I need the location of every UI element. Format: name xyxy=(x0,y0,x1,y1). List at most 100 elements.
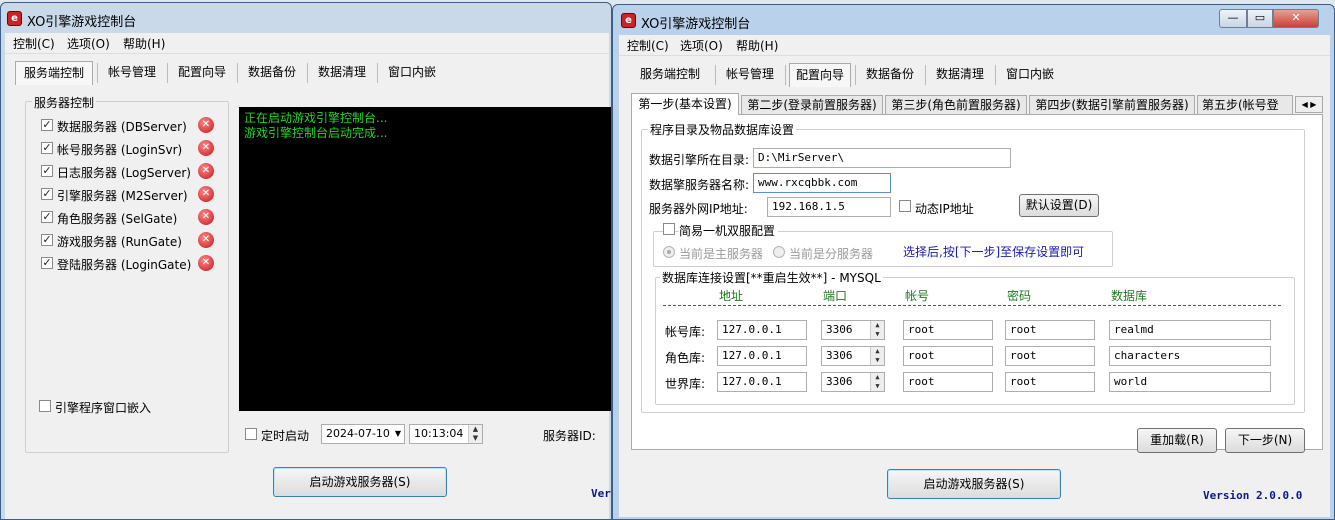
db-header-divider xyxy=(663,305,1281,306)
tab-server-control[interactable]: 服务端控制 xyxy=(15,61,93,85)
server-label-login: 帐号服务器 (LoginSvr) xyxy=(57,143,183,157)
start-server-button[interactable]: 启动游戏服务器(S) xyxy=(887,469,1061,499)
db-port-input[interactable]: 3306 ▲ ▼ xyxy=(821,320,885,340)
reload-button[interactable]: 重加载(R) xyxy=(1137,428,1217,453)
db-password-input[interactable]: root xyxy=(1005,320,1095,340)
ip-input[interactable]: 192.168.1.5 xyxy=(767,197,891,217)
menu-options[interactable]: 选项(O) xyxy=(680,37,723,54)
close-button[interactable]: ✕ xyxy=(1273,9,1319,28)
menu-options[interactable]: 选项(O) xyxy=(67,35,110,52)
simple-config-checkbox[interactable] xyxy=(663,223,675,235)
stop-login-icon[interactable]: ✕ xyxy=(198,140,214,156)
group-title: 程序目录及物品数据库设置 xyxy=(648,121,797,138)
console-line: 正在启动游戏引擎控制台... xyxy=(244,111,388,125)
server-label-rungate: 游戏服务器 (RunGate) xyxy=(57,235,182,249)
port-spinner-icon[interactable]: ▲ ▼ xyxy=(870,373,884,391)
db-name-input[interactable]: characters xyxy=(1109,346,1271,366)
db-password-input[interactable]: root xyxy=(1005,346,1095,366)
step-tab-3[interactable]: 第三步(角色前置服务器) xyxy=(885,95,1027,115)
right-title-bar[interactable]: e XO引擎游戏控制台 — ▭ ✕ xyxy=(613,5,1334,35)
tab-config-wizard[interactable]: 配置向导 xyxy=(171,61,233,85)
tab-account[interactable]: 帐号管理 xyxy=(719,63,781,87)
radio-slave-label: 当前是分服务器 xyxy=(789,247,874,261)
embed-checkbox[interactable] xyxy=(39,400,51,412)
db-port-input[interactable]: 3306 ▲ ▼ xyxy=(821,372,885,392)
dir-input[interactable]: D:\MirServer\ xyxy=(753,148,1011,168)
radio-master[interactable] xyxy=(663,246,675,258)
step-tab-5[interactable]: 第五步(帐号登 xyxy=(1197,95,1293,115)
start-server-button[interactable]: 启动游戏服务器(S) xyxy=(273,467,447,497)
step-tab-1[interactable]: 第一步(基本设置) xyxy=(631,93,739,115)
db-port-input[interactable]: 3306 ▲ ▼ xyxy=(821,346,885,366)
server-label-m2: 引擎服务器 (M2Server) xyxy=(57,189,188,203)
maximize-button[interactable]: ▭ xyxy=(1247,9,1273,28)
menu-help[interactable]: 帮助(H) xyxy=(123,35,165,52)
db-user-input[interactable]: root xyxy=(903,346,993,366)
menu-help[interactable]: 帮助(H) xyxy=(736,37,778,54)
window-title: XO引擎游戏控制台 xyxy=(641,17,751,32)
tab-embed[interactable]: 窗口内嵌 xyxy=(381,61,443,85)
db-header-account: 帐号 xyxy=(905,289,930,303)
embed-label: 引擎程序窗口嵌入 xyxy=(55,401,152,415)
server-checkbox-m2[interactable]: ✓ xyxy=(41,188,53,200)
tab-embed[interactable]: 窗口内嵌 xyxy=(999,63,1061,87)
db-address-input[interactable]: 127.0.0.1 xyxy=(717,372,807,392)
server-checkbox-login[interactable]: ✓ xyxy=(41,142,53,154)
tab-account[interactable]: 帐号管理 xyxy=(101,61,163,85)
console-output: 正在启动游戏引擎控制台... 游戏引擎控制台启动完成... xyxy=(239,107,611,411)
timer-checkbox[interactable] xyxy=(245,428,257,440)
ip-label: 服务器外网IP地址: xyxy=(649,202,748,216)
tab-cleanup[interactable]: 数据清理 xyxy=(311,61,373,85)
time-picker[interactable]: 10:13:04 ▲ ▼ xyxy=(409,424,483,444)
db-user-input[interactable]: root xyxy=(903,320,993,340)
step-tabs: 第一步(基本设置) 第二步(登录前置服务器) 第三步(角色前置服务器) 第四步(… xyxy=(631,93,1323,115)
server-checkbox-db[interactable]: ✓ xyxy=(41,119,53,131)
dynamic-ip-checkbox[interactable] xyxy=(899,200,911,212)
minimize-button[interactable]: — xyxy=(1219,9,1247,28)
server-checkbox-selgate[interactable]: ✓ xyxy=(41,211,53,223)
port-spinner-icon[interactable]: ▲ ▼ xyxy=(870,321,884,339)
stop-logingate-icon[interactable]: ✕ xyxy=(198,255,214,271)
server-label-selgate: 角色服务器 (SelGate) xyxy=(57,212,178,226)
server-checkbox-log[interactable]: ✓ xyxy=(41,165,53,177)
tab-backup[interactable]: 数据备份 xyxy=(859,63,921,87)
stop-m2-icon[interactable]: ✕ xyxy=(198,186,214,202)
version-label-partial: Ver xyxy=(591,487,611,500)
tab-server-control[interactable]: 服务端控制 xyxy=(631,63,709,87)
stop-rungate-icon[interactable]: ✕ xyxy=(198,232,214,248)
server-checkbox-logingate[interactable]: ✓ xyxy=(41,257,53,269)
db-name-input[interactable]: realmd xyxy=(1109,320,1271,340)
tab-config-wizard[interactable]: 配置向导 xyxy=(789,63,851,87)
menu-control[interactable]: 控制(C) xyxy=(13,35,55,52)
server-name-input[interactable]: www.rxcqbbk.com xyxy=(753,173,891,193)
simple-config-label: 简易一机双服配置 xyxy=(679,222,779,239)
server-label-log: 日志服务器 (LogServer) xyxy=(57,166,191,180)
port-spinner-icon[interactable]: ▲ ▼ xyxy=(870,347,884,365)
stop-log-icon[interactable]: ✕ xyxy=(198,163,214,179)
db-address-input[interactable]: 127.0.0.1 xyxy=(717,320,807,340)
timer-label: 定时启动 xyxy=(261,429,310,443)
date-picker[interactable]: 2024-07-10 ▼ xyxy=(321,424,405,444)
next-step-button[interactable]: 下一步(N) xyxy=(1225,428,1305,453)
server-label-logingate: 登陆服务器 (LoginGate) xyxy=(57,258,192,272)
db-password-input[interactable]: root xyxy=(1005,372,1095,392)
tab-scroll-arrows-icon[interactable]: ◀ ▶ xyxy=(1295,96,1323,113)
left-title-bar[interactable]: e XO引擎游戏控制台 xyxy=(1,3,611,33)
stop-db-icon[interactable]: ✕ xyxy=(198,117,214,133)
default-settings-button[interactable]: 默认设置(D) xyxy=(1019,194,1099,217)
tab-backup[interactable]: 数据备份 xyxy=(241,61,303,85)
db-row-label: 角色库: xyxy=(665,351,706,365)
db-header-port: 端口 xyxy=(823,289,848,303)
right-window: e XO引擎游戏控制台 — ▭ ✕ 控制(C) 选项(O) 帮助(H) 服务端控… xyxy=(612,4,1335,520)
db-address-input[interactable]: 127.0.0.1 xyxy=(717,346,807,366)
menu-control[interactable]: 控制(C) xyxy=(627,37,669,54)
stop-selgate-icon[interactable]: ✕ xyxy=(198,209,214,225)
tab-cleanup[interactable]: 数据清理 xyxy=(929,63,991,87)
db-user-input[interactable]: root xyxy=(903,372,993,392)
db-name-input[interactable]: world xyxy=(1109,372,1271,392)
time-spinner-icon[interactable]: ▲ ▼ xyxy=(468,425,482,443)
step-tab-4[interactable]: 第四步(数据引擎前置服务器) xyxy=(1029,95,1195,115)
radio-slave[interactable] xyxy=(773,246,785,258)
server-checkbox-rungate[interactable]: ✓ xyxy=(41,234,53,246)
step-tab-2[interactable]: 第二步(登录前置服务器) xyxy=(741,95,883,115)
